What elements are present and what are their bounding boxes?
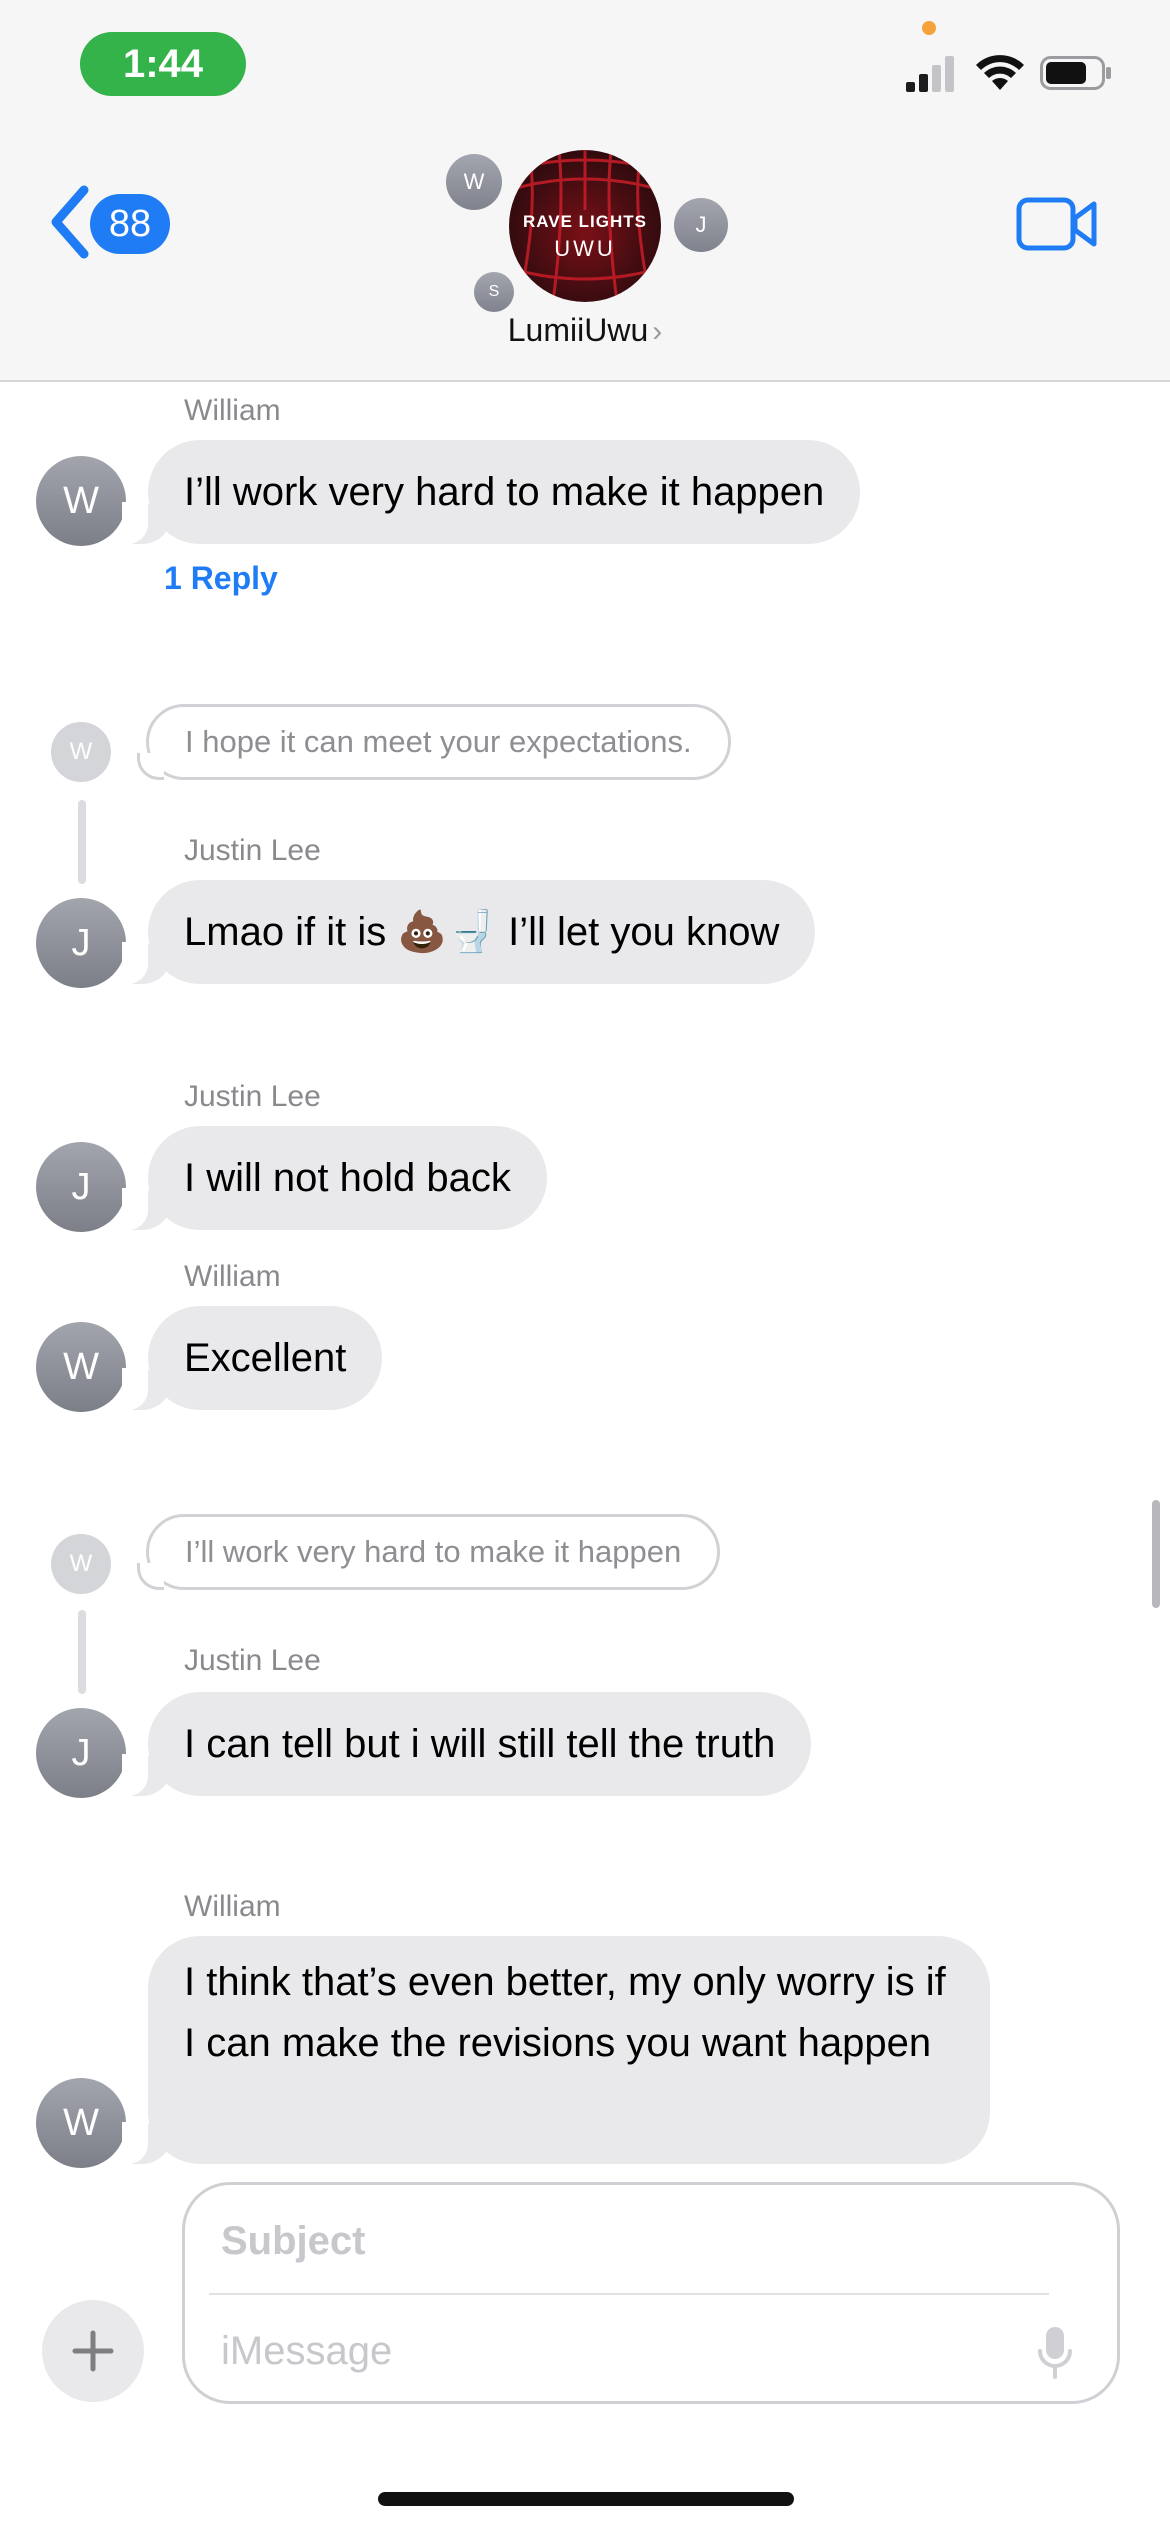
message-bubble[interactable]: Lmao if it is 💩🚽 I’ll let you know: [121, 880, 816, 984]
avatar[interactable]: J: [36, 898, 126, 988]
message-input[interactable]: [221, 2321, 981, 2381]
sender-name: Justin Lee: [184, 834, 321, 867]
sender-name: William: [184, 1890, 281, 1923]
avatar[interactable]: J: [36, 1142, 126, 1232]
group-photo-text-top: RAVE LIGHTS: [522, 212, 648, 231]
sender-name: Justin Lee: [184, 1080, 321, 1113]
group-photo-text-bottom: UWU: [554, 236, 616, 261]
group-name-label: LumiiUwu: [507, 312, 649, 348]
composer-divider: [209, 2293, 1049, 2295]
plus-icon: [72, 2330, 114, 2372]
status-time[interactable]: 1:44: [80, 32, 246, 96]
unread-count-badge[interactable]: 88: [90, 194, 170, 254]
message-bubble[interactable]: I can tell but i will still tell the tru…: [121, 1692, 812, 1796]
message-bubble[interactable]: I will not hold back: [122, 1126, 547, 1230]
message-bubble[interactable]: Excellent: [121, 1306, 383, 1410]
chevron-right-icon: ›: [652, 315, 663, 348]
message-bubble[interactable]: I think that’s even better, my only worr…: [122, 1936, 990, 2164]
thread-connector: [78, 1610, 86, 1694]
add-attachment-button[interactable]: [42, 2300, 144, 2402]
conversation-header: 1:44 88 W J S RAVE LIGHTS UWU LumiiUwu ›: [0, 0, 1170, 382]
thread-connector: [78, 800, 86, 884]
message-composer: [182, 2182, 1120, 2404]
group-photo[interactable]: RAVE LIGHTS UWU: [509, 150, 661, 302]
thread-reply-link[interactable]: 1 Reply: [164, 560, 278, 597]
member-avatar-s: S: [474, 272, 514, 312]
microphone-icon[interactable]: [1037, 2325, 1073, 2381]
home-indicator[interactable]: [378, 2492, 794, 2506]
sender-name: Justin Lee: [184, 1644, 321, 1677]
avatar[interactable]: W: [36, 2078, 126, 2168]
member-avatar-j: J: [674, 198, 728, 252]
scroll-indicator[interactable]: [1152, 1500, 1160, 1608]
subject-input[interactable]: [221, 2211, 1061, 2271]
quoted-message[interactable]: I hope it can meet your expectations.: [137, 704, 731, 780]
video-call-icon[interactable]: [1016, 196, 1098, 252]
back-chevron-icon[interactable]: [48, 184, 92, 260]
quoted-message[interactable]: I’ll work very hard to make it happen: [136, 1514, 721, 1590]
message-bubble[interactable]: I’ll work very hard to make it happen: [121, 440, 861, 544]
quote-avatar: W: [51, 722, 111, 782]
avatar[interactable]: W: [36, 1322, 126, 1412]
quote-avatar: W: [51, 1534, 111, 1594]
battery-icon: [1040, 56, 1111, 90]
privacy-indicator-dot: [922, 21, 936, 35]
member-avatar-w: W: [446, 154, 502, 210]
avatar[interactable]: J: [36, 1708, 126, 1798]
sender-name: William: [184, 394, 281, 427]
avatar[interactable]: W: [36, 456, 126, 546]
group-name[interactable]: LumiiUwu ›: [0, 312, 1170, 349]
cellular-signal-icon: [906, 52, 960, 92]
wifi-icon: [976, 55, 1024, 90]
sender-name: William: [184, 1260, 281, 1293]
